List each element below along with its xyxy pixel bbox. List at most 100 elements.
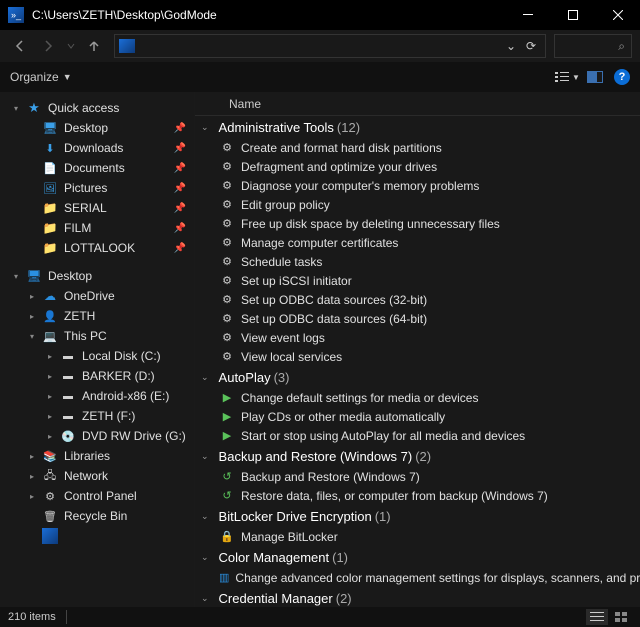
item-label: Diagnose your computer's memory problems [241,179,479,193]
sidebar-item[interactable] [0,526,194,546]
sidebar-item[interactable]: ▸DVD RW Drive (G:) [0,426,194,446]
expand-chevron-icon: ▸ [48,392,58,401]
minimize-button[interactable] [505,0,550,30]
expand-chevron-icon: ▾ [30,332,40,341]
item-label: Create and format hard disk partitions [241,141,442,155]
sidebar-item[interactable]: ▾This PC [0,326,194,346]
help-button[interactable]: ? [614,69,630,85]
group-header[interactable]: ⌄Credential Manager (2) [195,587,640,607]
history-dropdown[interactable] [64,34,78,58]
sidebar-item[interactable]: ▸Android-x86 (E:) [0,386,194,406]
organize-button[interactable]: Organize ▼ [10,70,72,84]
sidebar-item-label: Desktop [64,121,108,135]
sidebar-item[interactable]: SERIAL📌 [0,198,194,218]
sidebar-item[interactable]: Documents📌 [0,158,194,178]
list-item[interactable]: ⚙Manage computer certificates [195,233,640,252]
list-item[interactable]: ↺Backup and Restore (Windows 7) [195,467,640,486]
item-label: Restore data, files, or computer from ba… [241,489,548,503]
list-item[interactable]: ⚙View local services [195,347,640,366]
sidebar-item[interactable]: ▸OneDrive [0,286,194,306]
sidebar-item[interactable]: ▸Libraries [0,446,194,466]
folder-icon [42,220,58,236]
sidebar-item[interactable]: Downloads📌 [0,138,194,158]
group-count: (2) [336,591,352,606]
item-icon: ⚙ [219,159,235,175]
sidebar-item[interactable]: FILM📌 [0,218,194,238]
item-label: Set up ODBC data sources (32-bit) [241,293,427,307]
sidebar-item-label: FILM [64,221,91,235]
list-item[interactable]: ⚙Set up ODBC data sources (32-bit) [195,290,640,309]
back-button[interactable] [8,34,32,58]
list-item[interactable]: ▶Start or stop using AutoPlay for all me… [195,426,640,445]
list-item[interactable]: ⚙View event logs [195,328,640,347]
group-header[interactable]: ⌄Color Management (1) [195,546,640,568]
list-item[interactable]: ⚙ Edit group policy [195,195,640,214]
list-item[interactable]: ▥Change advanced color management settin… [195,568,640,587]
list-item[interactable]: 🔒Manage BitLocker [195,527,640,546]
item-icon: ▶ [219,409,235,425]
item-icon: ↺ [219,488,235,504]
group-header[interactable]: ⌄AutoPlay (3) [195,366,640,388]
list-item[interactable]: ▶ Play CDs or other media automatically [195,407,640,426]
sidebar-item[interactable]: ▸ZETH [0,306,194,326]
address-input[interactable] [141,39,501,53]
sidebar-item[interactable]: Pictures📌 [0,178,194,198]
item-icon: ↺ [219,469,235,485]
sidebar-item[interactable]: ▸Network [0,466,194,486]
sidebar-item[interactable]: ▾Desktop [0,266,194,286]
list-item[interactable]: ⚙Defragment and optimize your drives [195,157,640,176]
star-icon [26,100,42,116]
view-options-button[interactable]: ▼ [554,66,580,88]
chevron-down-icon: ⌄ [201,372,209,383]
list-item[interactable]: ⚙Set up iSCSI initiator [195,271,640,290]
net-icon [42,468,58,484]
group-count: (1) [375,509,391,524]
item-label: Play CDs or other media automatically [241,410,445,424]
sidebar-item[interactable]: ▾Quick access [0,98,194,118]
group-name: Credential Manager [219,591,333,606]
expand-chevron-icon: ▸ [30,452,40,461]
sidebar-item[interactable]: Desktop📌 [0,118,194,138]
forward-button[interactable] [36,34,60,58]
group-header[interactable]: ⌄Backup and Restore (Windows 7) (2) [195,445,640,467]
sidebar-item[interactable]: ▸Control Panel [0,486,194,506]
sidebar-item[interactable]: ▸Local Disk (C:) [0,346,194,366]
list-item[interactable]: ⚙Diagnose your computer's memory problem… [195,176,640,195]
group-count: (2) [415,449,431,464]
item-label: Edit group policy [241,198,330,212]
expand-chevron-icon: ▸ [30,472,40,481]
column-header-name[interactable]: Name [195,92,640,116]
expand-chevron-icon: ▸ [30,492,40,501]
list-item[interactable]: ⚙Create and format hard disk partitions [195,138,640,157]
list-item[interactable]: ↺ Restore data, files, or computer from b… [195,486,640,505]
item-icon: ⚙ [219,349,235,365]
refresh-button[interactable]: ⟳ [521,39,541,53]
sidebar-item[interactable]: ▸ZETH (F:) [0,406,194,426]
sidebar-item-label: Pictures [64,181,107,195]
cpl-icon [42,488,58,504]
details-view-button[interactable] [586,609,608,625]
group-count: (1) [332,550,348,565]
thumbnails-view-button[interactable] [610,609,632,625]
list-item[interactable]: ⚙Set up ODBC data sources (64-bit) [195,309,640,328]
group-header[interactable]: ⌄Administrative Tools (12) [195,116,640,138]
item-count: 210 items [8,611,56,623]
sidebar-item[interactable]: ▸BARKER (D:) [0,366,194,386]
list-item[interactable]: ⚙Free up disk space by deleting unnecess… [195,214,640,233]
list-item[interactable]: ▶Change default settings for media or de… [195,388,640,407]
sidebar-item[interactable]: Recycle Bin [0,506,194,526]
up-button[interactable] [82,34,106,58]
sidebar-item-label: ZETH [64,309,95,323]
sidebar-item[interactable]: LOTTALOOK📌 [0,238,194,258]
group-header[interactable]: ⌄BitLocker Drive Encryption (1) [195,505,640,527]
search-box[interactable]: ⌕ [554,34,632,58]
item-icon: ⚙ [219,197,235,213]
preview-pane-button[interactable] [582,66,608,88]
list-item[interactable]: ⚙Schedule tasks [195,252,640,271]
item-icon: ▶ [219,390,235,406]
maximize-button[interactable] [550,0,595,30]
close-button[interactable] [595,0,640,30]
item-label: Manage computer certificates [241,236,398,250]
address-dropdown[interactable]: ⌄ [501,39,521,53]
address-bar[interactable]: ⌄ ⟳ [114,34,546,58]
